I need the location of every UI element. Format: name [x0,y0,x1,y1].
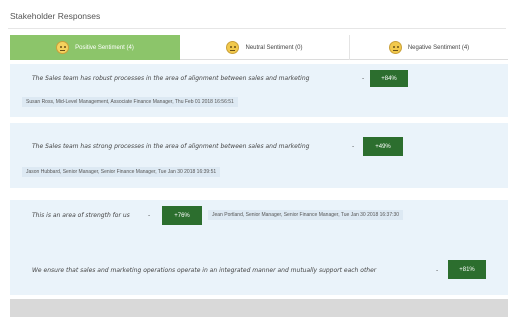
response-statement: This is an area of strength for us [32,212,130,219]
sentiment-score-badge: +81% [448,260,486,279]
response-card: The Sales team has robust processes in t… [10,64,508,117]
separator-dash: - [436,267,439,274]
separator-dash: - [362,75,365,82]
tab-positive-sentiment[interactable]: Positive Sentiment (4) [10,35,180,60]
response-attribution: Susan Ross, Mid-Level Management, Associ… [22,97,238,107]
neutral-face-icon [388,41,402,54]
tab-label: Negative Sentiment (4) [407,44,470,51]
tab-label: Positive Sentiment (4) [75,44,134,51]
sentiment-score-badge: +76% [162,206,202,225]
footer-bar [10,299,508,317]
response-statement: We ensure that sales and marketing opera… [32,267,377,274]
response-attribution: Jason Hubbard, Senior Manager, Senior Fi… [22,167,221,177]
sentiment-score-badge: +84% [370,70,408,87]
response-statement: The Sales team has strong processes in t… [32,143,310,150]
smiley-face-icon [56,41,70,54]
sentiment-score-badge: +49% [363,137,403,156]
response-card: We ensure that sales and marketing opera… [10,242,508,295]
sentiment-tabs: Positive Sentiment (4) Neutral Sentiment… [10,35,508,60]
response-card: The Sales team has strong processes in t… [10,123,508,188]
neutral-face-icon [226,41,240,54]
title-divider [8,28,506,29]
tab-negative-sentiment[interactable]: Negative Sentiment (4) [350,35,508,60]
responses-list: The Sales team has robust processes in t… [10,60,508,300]
response-statement: The Sales team has robust processes in t… [32,75,310,82]
response-attribution: Jean Portland, Senior Manager, Senior Fi… [208,210,404,220]
tab-neutral-sentiment[interactable]: Neutral Sentiment (0) [180,35,350,60]
separator-dash: - [352,143,355,150]
separator-dash: - [148,212,151,219]
response-card: This is an area of strength for us - +76… [10,200,508,247]
tab-label: Neutral Sentiment (0) [245,44,303,51]
page-title: Stakeholder Responses [10,11,101,21]
